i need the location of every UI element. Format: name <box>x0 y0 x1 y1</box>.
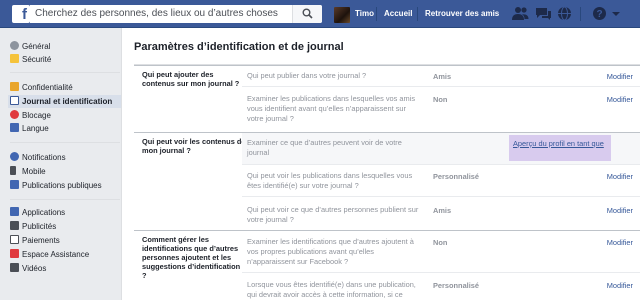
section-divider <box>134 230 640 231</box>
edit-link[interactable]: Modifier <box>607 72 633 81</box>
edit-link[interactable]: Modifier <box>607 281 633 290</box>
row-divider <box>242 164 640 165</box>
row-divider <box>242 196 640 197</box>
row-divider <box>242 86 640 87</box>
edit-link[interactable]: Modifier <box>607 95 633 104</box>
sidebar-divider <box>10 72 120 73</box>
sidebar-item-label: Blocage <box>22 111 51 120</box>
sidebar-item-label: Journal et identification <box>22 97 113 106</box>
sidebar-item-videos[interactable]: Vidéos <box>10 262 122 275</box>
sidebar-divider <box>10 199 120 200</box>
sidebar-item-label: Vidéos <box>22 264 47 273</box>
sidebar-item-label: Notifications <box>22 153 66 162</box>
sidebar-item-label: Publicités <box>22 222 57 231</box>
sidebar-item-label: Applications <box>22 208 66 217</box>
sidebar-item-ads[interactable]: Publicités <box>10 220 122 233</box>
search-input[interactable]: Cherchez des personnes, des lieux ou d’a… <box>30 5 322 23</box>
search-button[interactable] <box>292 5 322 23</box>
sidebar-item-label: Général <box>22 42 51 51</box>
sidebar-item-label: Paiements <box>22 236 60 245</box>
messages-icon[interactable] <box>535 6 552 21</box>
sidebar-item-label: Confidentialité <box>22 83 73 92</box>
setting-value: Amis <box>433 206 452 215</box>
sidebar-item-language[interactable]: Langue <box>10 122 122 135</box>
language-icon <box>10 123 19 132</box>
gear-icon <box>10 41 19 50</box>
edit-link[interactable]: Modifier <box>607 172 633 181</box>
setting-question: Examiner les publications dans lesquelle… <box>247 94 416 123</box>
setting-question: Qui peut voir les publications dans lesq… <box>247 171 413 190</box>
rss-icon <box>10 180 19 189</box>
help-icon[interactable]: ? <box>592 6 607 21</box>
view-as-link[interactable]: Aperçu du profil en tant que <box>513 139 604 148</box>
setting-question: Examiner les identifications que d’autre… <box>247 237 414 266</box>
video-icon <box>10 263 19 272</box>
sidebar-item-blocking[interactable]: Blocage <box>10 109 122 122</box>
notifications-icon[interactable] <box>557 6 572 21</box>
mobile-icon <box>10 166 16 175</box>
globe-icon <box>10 152 19 161</box>
top-navigation-bar: f Cherchez des personnes, des lieux ou d… <box>0 0 640 28</box>
sidebar-item-support-inbox[interactable]: Espace Assistance <box>10 248 122 261</box>
sidebar-item-apps[interactable]: Applications <box>10 206 122 219</box>
sidebar-item-label: Publications publiques <box>22 181 102 190</box>
facebook-logo-icon[interactable]: f <box>12 5 30 23</box>
setting-value: Personnalisé <box>433 172 480 181</box>
row-divider <box>242 272 640 273</box>
timeline-icon <box>10 96 19 105</box>
block-icon <box>10 110 19 119</box>
edit-link[interactable]: Modifier <box>607 206 633 215</box>
sidebar-item-mobile[interactable]: Mobile <box>10 165 122 178</box>
sidebar-item-payments[interactable]: Paiements <box>10 234 122 247</box>
sidebar-item-security[interactable]: Sécurité <box>10 53 122 66</box>
page-title: Paramètres d’identification et de journa… <box>134 41 344 53</box>
ads-icon <box>10 221 19 230</box>
svg-text:?: ? <box>596 9 602 20</box>
sidebar-item-public-posts[interactable]: Publications publiques <box>10 179 122 192</box>
sidebar-item-label: Mobile <box>22 167 46 176</box>
search-placeholder: Cherchez des personnes, des lieux ou d’a… <box>35 8 278 19</box>
sidebar-item-label: Langue <box>22 124 49 133</box>
section-label-who-can-add: Qui peut ajouter des contenus sur mon jo… <box>142 70 240 88</box>
shield-icon <box>10 54 19 63</box>
section-label-tagging: Comment gérer les identifications que d’… <box>142 235 241 280</box>
friend-requests-icon[interactable] <box>512 6 529 21</box>
setting-value: Non <box>433 238 448 247</box>
section-label-who-can-see: Qui peut voir les contenus de mon journa… <box>142 137 246 155</box>
menu-icon[interactable] <box>611 6 621 21</box>
home-link[interactable]: Accueil <box>384 9 412 18</box>
support-icon <box>10 249 19 258</box>
settings-main-panel: Paramètres d’identification et de journa… <box>121 28 640 300</box>
profile-link[interactable]: Timo <box>355 9 374 18</box>
payments-icon <box>10 235 19 244</box>
sidebar-item-general[interactable]: Général <box>10 40 122 53</box>
sidebar-item-privacy[interactable]: Confidentialité <box>10 81 122 94</box>
setting-question: Lorsque vous êtes identifié(e) dans une … <box>247 280 416 299</box>
sidebar-item-label: Espace Assistance <box>22 250 90 259</box>
section-divider <box>134 65 640 66</box>
lock-icon <box>10 82 19 91</box>
find-friends-link[interactable]: Retrouver des amis <box>425 9 499 18</box>
apps-icon <box>10 207 19 216</box>
nav-divider <box>580 7 581 21</box>
sidebar-item-timeline-tagging[interactable]: Journal et identification <box>8 95 123 108</box>
setting-value: Amis <box>433 72 452 81</box>
setting-question: Examiner ce que d’autres peuvent voir de… <box>247 138 402 157</box>
search-icon <box>302 8 313 19</box>
setting-value: Non <box>433 95 448 104</box>
nav-divider <box>417 7 418 21</box>
sidebar-item-notifications[interactable]: Notifications <box>10 151 122 164</box>
setting-question: Qui peut voir ce que d’autres personnes … <box>247 205 419 224</box>
sidebar-divider <box>10 142 120 143</box>
settings-sidebar: Général Sécurité Confidentialité Journal… <box>0 28 123 300</box>
setting-question: Qui peut publier dans votre journal ? <box>247 71 367 80</box>
sidebar-item-label: Sécurité <box>22 55 52 64</box>
nav-divider <box>376 7 377 21</box>
avatar[interactable] <box>334 7 350 23</box>
edit-link[interactable]: Modifier <box>607 238 633 247</box>
setting-value: Personnalisé <box>433 281 480 290</box>
